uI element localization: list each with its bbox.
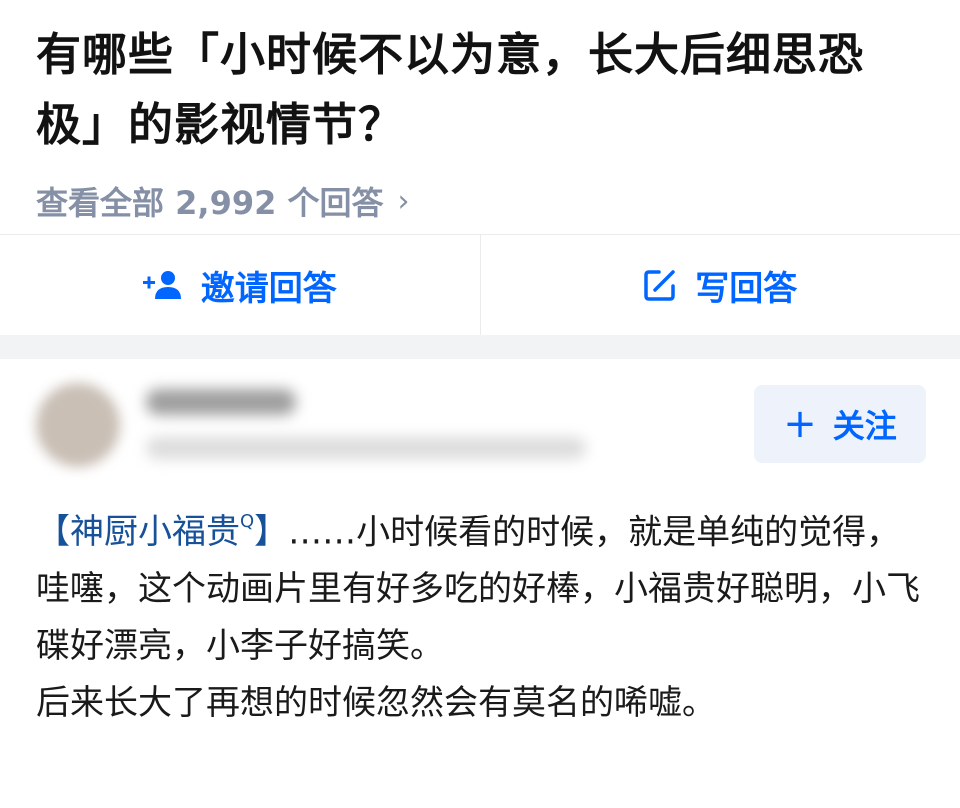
author-bio-blurred — [146, 437, 586, 459]
answer-author: + 关注 — [0, 359, 960, 495]
answer-paragraph-1: 【神厨小福贵Q】……小时候看的时候，就是单纯的觉得，哇噻，这个动画片里有好多吃的… — [36, 497, 924, 675]
avatar[interactable] — [36, 383, 120, 467]
question-header: 有哪些「小时候不以为意，长大后细思恐极」的影视情节？ 查看全部 2,992 个回… — [0, 0, 960, 234]
plus-icon: + — [783, 401, 817, 447]
follow-label: 关注 — [832, 407, 897, 445]
edit-icon — [644, 270, 675, 301]
answer-paragraph-2: 后来长大了再想的时候忽然会有莫名的唏嘘。 — [36, 683, 716, 724]
link-open-bracket: 【 — [36, 512, 70, 553]
author-name-blurred[interactable] — [146, 389, 296, 415]
follow-button[interactable]: + 关注 — [754, 385, 926, 463]
view-all-answers-link[interactable]: 查看全部 2,992 个回答 › — [36, 178, 924, 224]
invite-answer-label: 邀请回答 — [200, 268, 337, 309]
chevron-right-icon: › — [397, 183, 410, 219]
answer-body: 【神厨小福贵Q】……小时候看的时候，就是单纯的觉得，哇噻，这个动画片里有好多吃的… — [0, 495, 960, 732]
link-close-bracket: 】 — [254, 512, 289, 553]
add-user-icon — [142, 271, 181, 299]
section-divider — [0, 335, 960, 359]
write-answer-label: 写回答 — [695, 268, 798, 309]
question-title[interactable]: 有哪些「小时候不以为意，长大后细思恐极」的影视情节？ — [36, 20, 924, 160]
show-link[interactable]: 【神厨小福贵Q】 — [36, 511, 289, 553]
invite-answer-button[interactable]: 邀请回答 — [0, 235, 480, 335]
action-bar: 邀请回答 写回答 — [0, 234, 960, 335]
view-all-label: 查看全部 2,992 个回答 — [36, 184, 384, 222]
search-marker-icon: Q — [240, 511, 255, 532]
link-text: 神厨小福贵 — [70, 512, 240, 553]
write-answer-button[interactable]: 写回答 — [479, 235, 960, 335]
